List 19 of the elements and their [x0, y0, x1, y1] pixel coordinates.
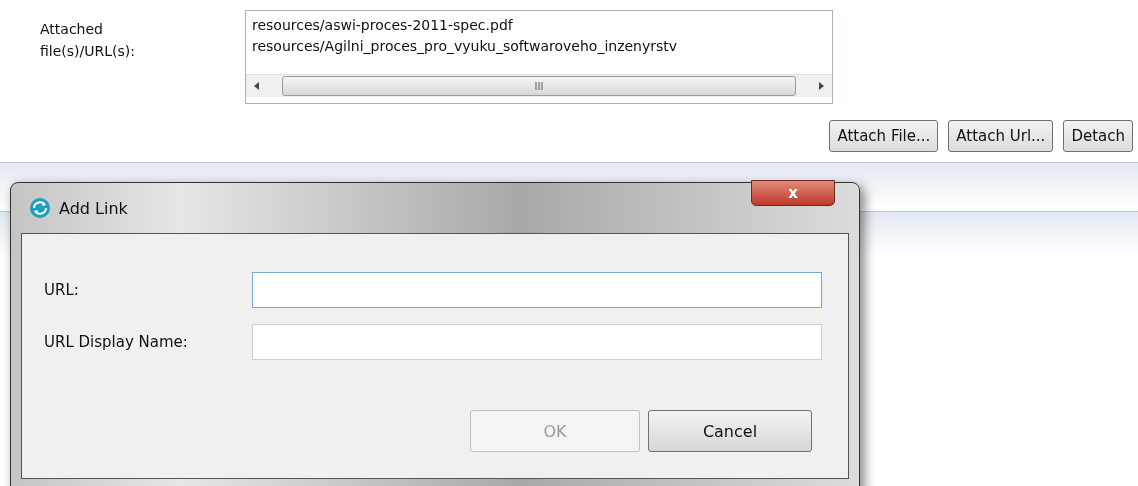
field-label: Attached file(s)/URL(s):: [40, 20, 136, 61]
dialog-button[interactable]: Cancel: [648, 410, 812, 452]
field-label: URL:: [44, 281, 80, 299]
attachment-list[interactable]: resources/aswi-proces-2011-spec.pdf resources/Agilni_proces_pro_vyuku_softwaroveho_inzenyrstv: [245, 10, 833, 104]
sync-icon: [29, 197, 51, 219]
dialog-title: Add Link: [59, 198, 128, 218]
field-label: URL Display Name:: [44, 333, 189, 351]
close-button[interactable]: x: [751, 180, 835, 206]
scroll-thumb[interactable]: [282, 76, 796, 96]
attach-button[interactable]: Attach File...: [829, 120, 939, 152]
attach-button[interactable]: Attach Url...: [948, 120, 1054, 152]
list-item[interactable]: resources/aswi-proces-2011-spec.pdf: [252, 15, 832, 36]
scroll-left-icon[interactable]: [252, 81, 262, 91]
list-item[interactable]: resources/Agilni_proces_pro_vyuku_softwaroveho_inzenyrstv: [252, 36, 832, 57]
input-field[interactable]: [252, 272, 822, 308]
horizontal-scrollbar[interactable]: [246, 74, 832, 97]
scroll-right-icon[interactable]: [816, 81, 826, 91]
input-field[interactable]: [252, 324, 822, 360]
attach-button[interactable]: Detach: [1063, 120, 1133, 152]
